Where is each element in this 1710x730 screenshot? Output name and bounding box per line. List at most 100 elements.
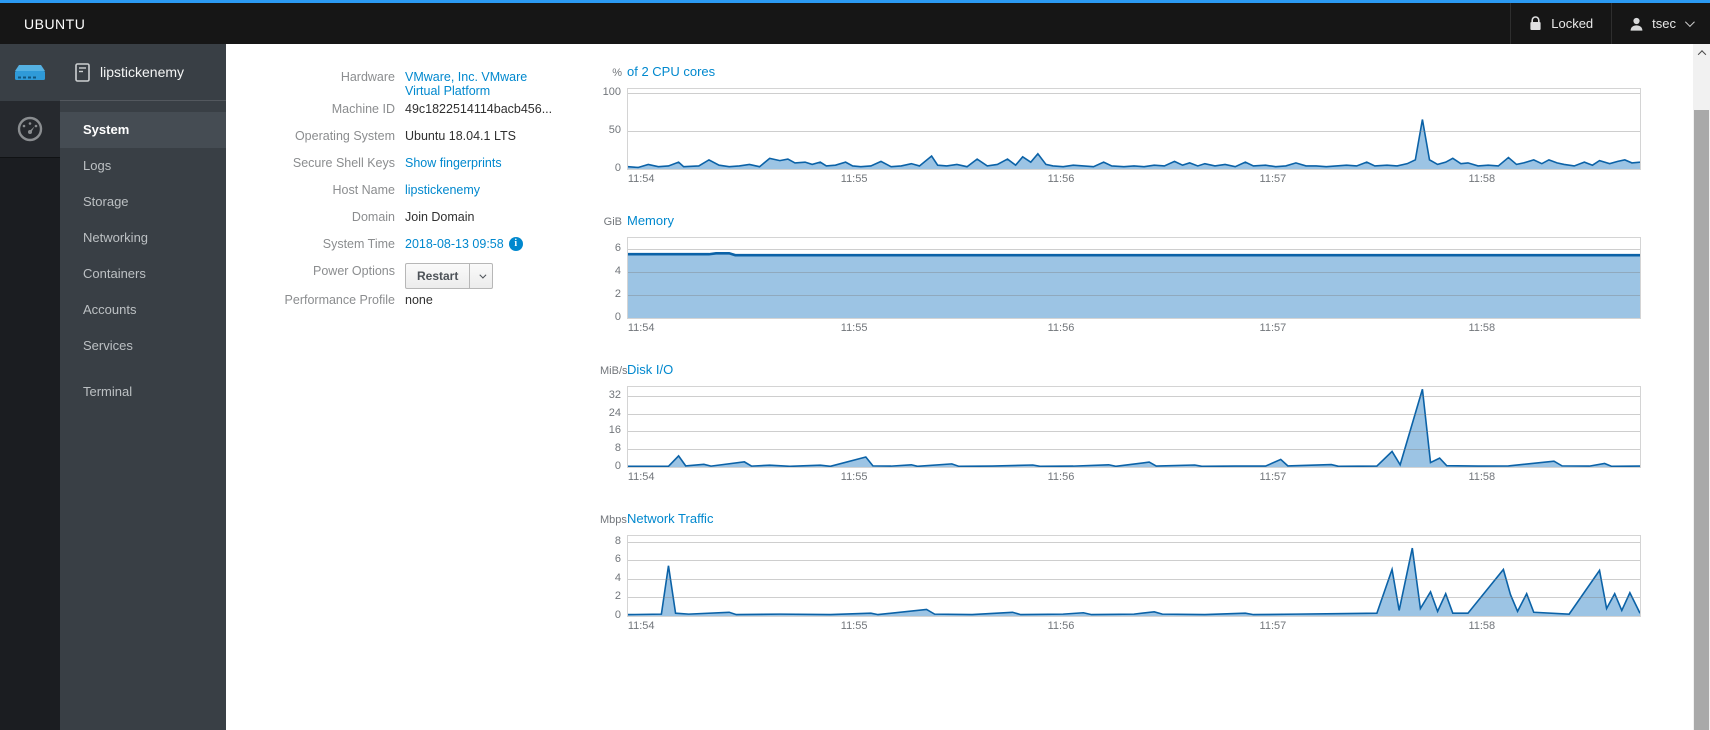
sidebar-nav: System Logs Storage Networking Containers Acc… bbox=[60, 101, 226, 410]
y-axis-tick: 24 bbox=[608, 406, 621, 419]
user-name: tsec bbox=[1652, 16, 1676, 31]
info-circle-icon[interactable]: i bbox=[508, 237, 523, 251]
host-name-link[interactable]: lipstickenemy bbox=[405, 183, 480, 197]
x-axis-tick: 11:58 bbox=[1468, 471, 1496, 483]
chart-title-link[interactable]: Disk I/O bbox=[627, 362, 673, 377]
chart-of-2-cpu-cores: % of 2 CPU cores 0 50 100 11:54 11:55 11:56 11:5… bbox=[600, 64, 1641, 187]
scrollbar[interactable] bbox=[1693, 44, 1710, 730]
gridline bbox=[628, 560, 1640, 562]
sidebar-item-system[interactable]: System bbox=[60, 112, 226, 148]
info-label: Performance Profile bbox=[284, 293, 395, 307]
x-axis-tick: 11:58 bbox=[1468, 173, 1496, 185]
chart-title-link[interactable]: of 2 CPU cores bbox=[627, 64, 715, 79]
power-options-caret-button[interactable] bbox=[470, 263, 494, 289]
gridline bbox=[628, 272, 1640, 274]
user-menu[interactable]: tsec bbox=[1611, 3, 1710, 44]
chart-disk-i-o: MiB/s Disk I/O 0 8 16 24 32 11:54 11:55 11:56 11:5… bbox=[600, 362, 1641, 485]
x-axis-labels: 11:54 11:55 11:56 11:57 11:58 bbox=[627, 471, 1641, 485]
scrollbar-thumb[interactable] bbox=[1694, 110, 1709, 730]
app-strip bbox=[0, 44, 60, 730]
scroll-up-button[interactable] bbox=[1693, 44, 1710, 61]
y-axis-tick: 6 bbox=[614, 553, 621, 566]
x-axis-tick: 11:55 bbox=[840, 471, 868, 483]
system-time-link[interactable]: 2018-08-13 09:58 bbox=[405, 237, 504, 251]
info-row: Hardware VMware, Inc. VMware Virtual Platf… bbox=[240, 66, 600, 98]
main-content: Hardware VMware, Inc. VMware Virtual Platf… bbox=[226, 44, 1693, 730]
info-value: Show fingerprints bbox=[405, 152, 502, 170]
app-server-button[interactable] bbox=[0, 44, 60, 101]
server-icon bbox=[15, 64, 45, 80]
y-axis-tick: 8 bbox=[614, 534, 621, 547]
sidebar-item-networking[interactable]: Networking bbox=[60, 220, 226, 256]
charts-panel: % of 2 CPU cores 0 50 100 11:54 11:55 11:56 11:5… bbox=[600, 64, 1641, 730]
info-label: Domain bbox=[351, 210, 395, 224]
y-axis-tick: 0 bbox=[614, 162, 621, 174]
gauge-icon bbox=[17, 116, 43, 142]
info-text: Ubuntu 18.04.1 LTS bbox=[405, 129, 516, 143]
x-axis-tick: 11:56 bbox=[1047, 173, 1075, 185]
system-info-panel: Hardware VMware, Inc. VMware Virtual Platf… bbox=[240, 64, 600, 730]
x-axis-tick: 11:55 bbox=[840, 620, 868, 632]
chart-plot-area: 0 2 4 6 bbox=[615, 237, 1641, 323]
y-axis-tick: 16 bbox=[608, 424, 621, 437]
x-axis-tick: 11:54 bbox=[627, 322, 655, 334]
brand-label: UBUNTU bbox=[24, 15, 86, 32]
chart-title-link[interactable]: Memory bbox=[627, 213, 674, 228]
restart-button[interactable]: Restart bbox=[405, 263, 471, 289]
info-text: 49c1822514114bacb456... bbox=[405, 102, 553, 116]
gridline bbox=[628, 413, 1640, 415]
info-value: none bbox=[405, 289, 433, 307]
x-axis-tick: 11:58 bbox=[1468, 322, 1496, 334]
info-label: Machine ID bbox=[331, 102, 395, 116]
x-axis-labels: 11:54 11:55 11:56 11:57 11:58 bbox=[627, 620, 1641, 634]
gridline bbox=[628, 431, 1640, 433]
chart-plot-area: 0 2 4 6 8 bbox=[615, 535, 1641, 621]
sidebar-item-services[interactable]: Services bbox=[60, 328, 226, 364]
user-icon bbox=[1630, 17, 1643, 31]
x-axis-tick: 11:57 bbox=[1259, 471, 1287, 483]
info-row: Domain Join Domain bbox=[240, 206, 600, 233]
x-axis-tick: 11:56 bbox=[1047, 471, 1075, 483]
info-label: Hardware bbox=[340, 70, 395, 84]
y-axis-tick: 0 bbox=[614, 609, 621, 621]
gridline bbox=[628, 130, 1640, 132]
info-row: Power Options Restart bbox=[240, 260, 600, 289]
host-header[interactable]: lipstickenemy bbox=[60, 44, 226, 101]
chart-unit-label: Mbps bbox=[600, 514, 627, 526]
hardware-link[interactable]: VMware, Inc. VMware Virtual Platform bbox=[405, 70, 527, 98]
chart-unit-label: MiB/s bbox=[600, 365, 628, 377]
chart-memory: GiB Memory 0 2 4 6 11:54 11:55 11:56 11:57 11:58 bbox=[600, 213, 1641, 336]
sidebar-item-logs[interactable]: Logs bbox=[60, 148, 226, 184]
info-row: Machine ID 49c1822514114bacb456... bbox=[240, 98, 600, 125]
info-row: Secure Shell Keys Show fingerprints bbox=[240, 152, 600, 179]
x-axis-tick: 11:54 bbox=[627, 173, 655, 185]
x-axis-tick: 11:56 bbox=[1047, 322, 1075, 334]
info-value: Ubuntu 18.04.1 LTS bbox=[405, 125, 516, 143]
x-axis-tick: 11:58 bbox=[1468, 620, 1496, 632]
gridline bbox=[628, 597, 1640, 599]
gridline bbox=[628, 541, 1640, 543]
locked-label: Locked bbox=[1551, 16, 1594, 31]
sidebar-item-storage[interactable]: Storage bbox=[60, 184, 226, 220]
info-row: Performance Profile none bbox=[240, 289, 600, 316]
y-axis-tick: 0 bbox=[614, 311, 621, 323]
secure-shell-keys-link[interactable]: Show fingerprints bbox=[405, 156, 502, 170]
y-axis-tick: 8 bbox=[614, 442, 621, 455]
gridline bbox=[628, 249, 1640, 251]
info-label: Power Options bbox=[313, 264, 395, 278]
gridline bbox=[628, 449, 1640, 451]
app-dashboard-button[interactable] bbox=[0, 101, 60, 158]
chart-title-link[interactable]: Network Traffic bbox=[627, 511, 713, 526]
x-axis-labels: 11:54 11:55 11:56 11:57 11:58 bbox=[627, 173, 1641, 187]
x-axis-tick: 11:57 bbox=[1259, 173, 1287, 185]
locked-indicator[interactable]: Locked bbox=[1510, 3, 1611, 44]
gridline bbox=[628, 395, 1640, 397]
sidebar-item-containers[interactable]: Containers bbox=[60, 256, 226, 292]
y-axis-tick: 6 bbox=[614, 242, 621, 255]
sidebar-item-accounts[interactable]: Accounts bbox=[60, 292, 226, 328]
x-axis-tick: 11:54 bbox=[627, 471, 655, 483]
x-axis-tick: 11:56 bbox=[1047, 620, 1075, 632]
info-label: System Time bbox=[322, 237, 395, 251]
y-axis-tick: 2 bbox=[614, 288, 621, 301]
sidebar-item-terminal[interactable]: Terminal bbox=[60, 374, 226, 410]
